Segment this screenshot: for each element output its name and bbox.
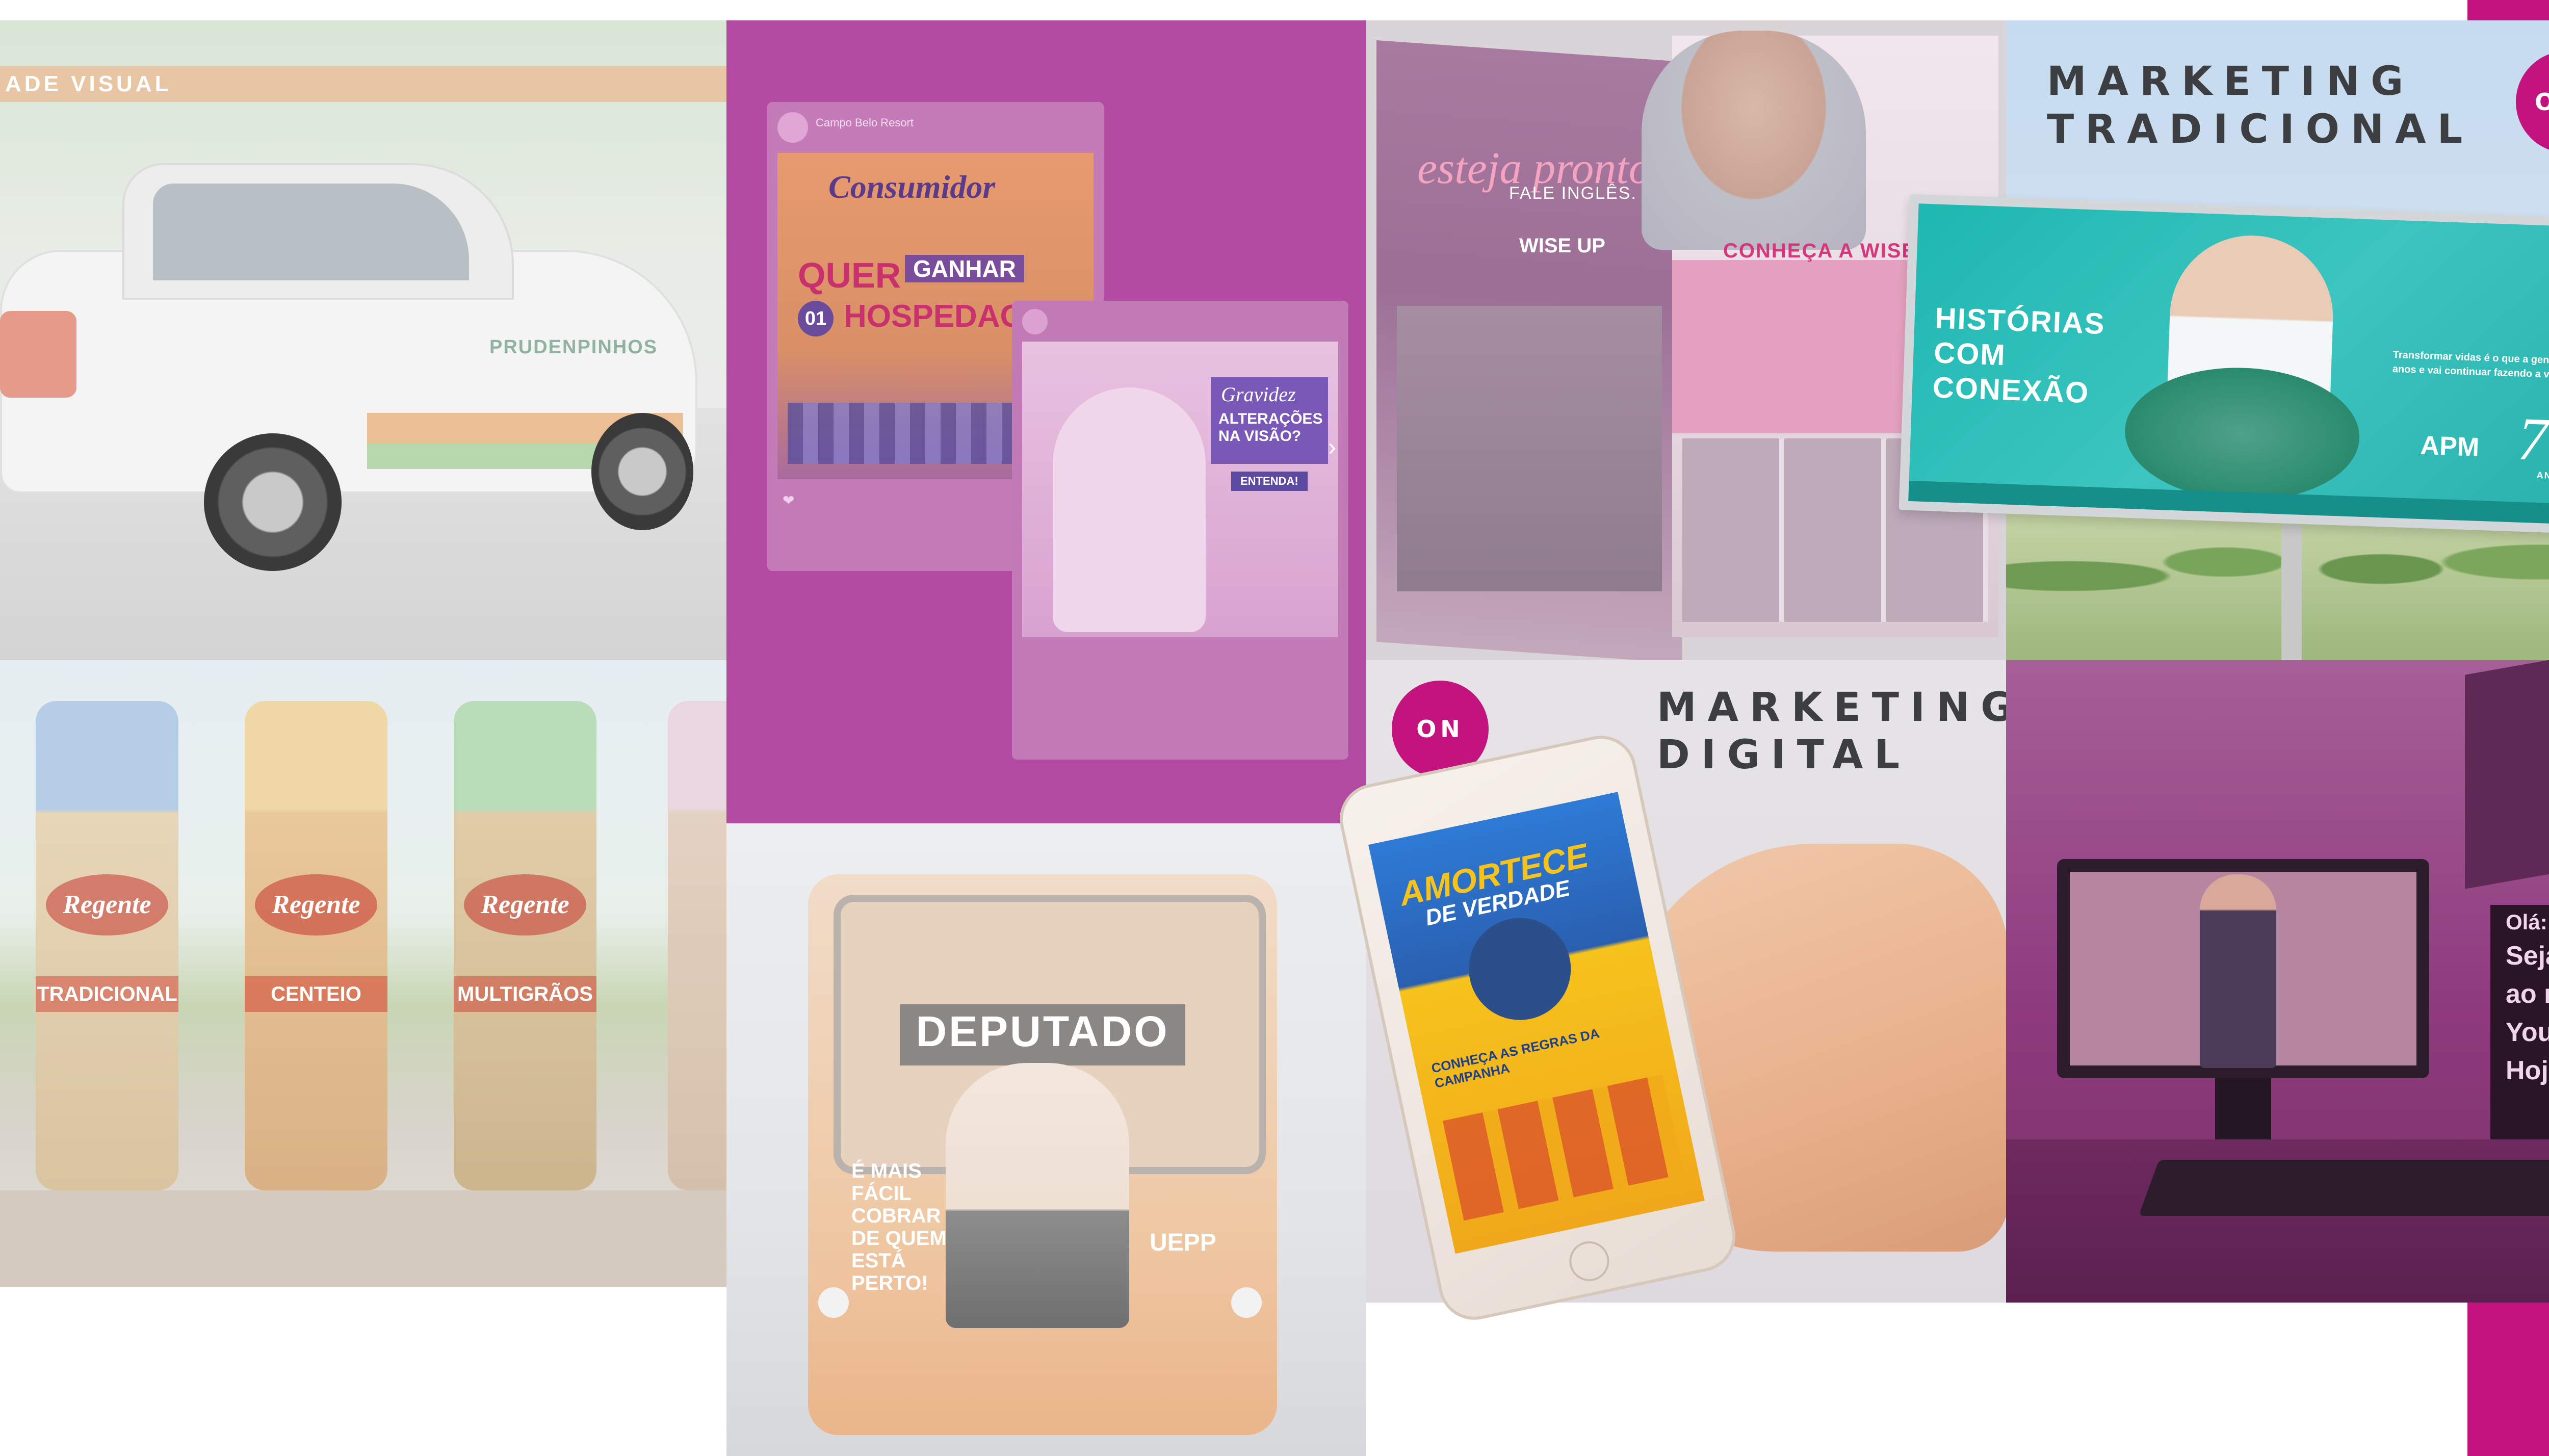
keyboard [2138, 1160, 2549, 1216]
bus-sign: DEPUTADO [916, 1007, 1169, 1055]
tile-packaging: Regente TRADICIONAL Regente CENTEIO Rege… [0, 660, 726, 1287]
billboard-pole [2281, 525, 2302, 660]
digital-title-line-1: MARKETING [1657, 685, 2006, 731]
off-badge: OFF [2516, 51, 2549, 153]
post-page-name: Campo Belo Resort [816, 116, 914, 129]
phone-screen: AMORTECE DE VERDADE CONHEÇA AS REGRAS DA… [1368, 792, 1705, 1254]
like-icon[interactable]: ❤ [783, 492, 794, 509]
bus-light-right [1231, 1287, 1262, 1318]
right-accent-bar [2467, 0, 2549, 20]
ad-title: Gravidez [1221, 383, 1296, 406]
billboard-tagline: Transformar vidas é o que a gente faz há… [2392, 349, 2549, 382]
ad-post-card: Gravidez ALTERAÇÕES NA VISÃO? ENTENDA! › [1012, 301, 1348, 760]
presenter-figure [2200, 874, 2276, 1068]
bread-bag-4-partial [668, 701, 726, 1190]
caption-text: ADE VISUAL [5, 71, 172, 96]
billboard-line-1: HISTÓRIAS [1934, 301, 2106, 341]
post-headline-2: QUER [798, 255, 901, 295]
magazine-headline-2: FALE INGLÊS. [1509, 184, 1637, 203]
teleprompter-line-1: Olá: [2506, 910, 2547, 934]
bus-light-left [818, 1287, 849, 1318]
home-button[interactable] [1566, 1237, 1613, 1285]
truck: PRUDENPINHOS [0, 148, 714, 571]
bus-party: UEPP [1150, 1229, 1216, 1256]
softbox-light [2465, 660, 2549, 889]
bread-bag-1-label: TRADICIONAL [36, 976, 178, 1012]
teleprompter: Olá: Seja bem ao meu Youtube Hoje fal [2490, 905, 2549, 1139]
monitor-stand [2215, 1078, 2271, 1139]
ad-text: ALTERAÇÕES NA VISÃO? [1218, 410, 1323, 445]
bus-slogan: É MAIS FÁCIL COBRAR DE QUEM ESTÁ PERTO! [851, 1160, 947, 1294]
bread-bag-2-label: CENTEIO [245, 976, 387, 1012]
traditional-title-line-1: MARKETING [2047, 59, 2415, 105]
bread-bag-1-logo: Regente [46, 874, 168, 935]
bread-bag-2-logo: Regente [255, 874, 377, 935]
phone-cta: CONHEÇA AS REGRAS DA CAMPANHA [1429, 1025, 1601, 1091]
magazine-building [1397, 306, 1662, 591]
bread-bag-3-logo: Regente [464, 874, 586, 935]
billboard-years-label: ANOS [2536, 470, 2549, 481]
ad-avatar [1022, 309, 1048, 334]
post-avatar [777, 112, 808, 143]
billboard-years: 70 [2516, 404, 2549, 475]
teleprompter-line-5: Hoje fal [2506, 1056, 2549, 1085]
billboard-screen: HISTÓRIAS COM CONEXÃO Transformar vidas … [1908, 203, 2549, 526]
next-arrow-icon[interactable]: › [1328, 433, 1336, 461]
bread-bag-3-label: MULTIGRÃOS [454, 976, 596, 1012]
billboard: HISTÓRIAS COM CONEXÃO Transformar vidas … [1898, 194, 2549, 535]
post-headline-3: GANHAR [905, 255, 1024, 282]
phone-body: AMORTECE DE VERDADE CONHEÇA AS REGRAS DA… [1333, 729, 1742, 1327]
magazine-brand: WISE UP [1519, 235, 1605, 257]
teleprompter-line-2: Seja bem [2506, 941, 2549, 971]
tile-social-media: Campo Belo Resort Consumidor QUER GANHAR… [726, 20, 1366, 823]
teleprompter-line-4: Youtube [2506, 1018, 2549, 1047]
phone-person [1459, 908, 1580, 1030]
woman-figure [1053, 387, 1206, 632]
man-portrait [1642, 31, 1866, 250]
billboard-brand: APM [2420, 430, 2480, 462]
table-surface [0, 1190, 726, 1287]
billboard-line-3: CONEXÃO [1932, 371, 2090, 410]
tile-video: Olá: Seja bem ao meu Youtube Hoje fal [2006, 660, 2549, 1303]
phone-products [1442, 1074, 1683, 1221]
fist-figure [946, 1063, 1129, 1328]
traditional-title-line-2: TRADICIONAL [2047, 107, 2474, 152]
tree-line [2006, 520, 2549, 660]
bread-bag-2: Regente CENTEIO [245, 701, 387, 1190]
tile-bus: DEPUTADO É MAIS FÁCIL COBRAR DE QUEM EST… [726, 823, 1366, 1456]
post-headline-4: 01 [798, 301, 834, 336]
right-accent-bar-bottom [2467, 1303, 2549, 1456]
truck-wheel-front [204, 433, 342, 571]
post-headline-1: Consumidor [828, 169, 996, 205]
bread-bag-3: Regente MULTIGRÃOS [454, 701, 596, 1190]
ad-button[interactable]: ENTENDA! [1231, 472, 1308, 491]
truck-wheel-rear [591, 413, 693, 530]
tile-visual-identity: ADE VISUAL PRUDENPINHOS [0, 20, 726, 660]
smartphone: AMORTECE DE VERDADE CONHEÇA AS REGRAS DA… [1333, 729, 1774, 1327]
billboard-line-2: COM [1933, 336, 2007, 372]
truck-brand: PRUDENPINHOS [489, 336, 658, 358]
bread-bag-1: Regente TRADICIONAL [36, 701, 178, 1190]
teleprompter-line-3: ao meu [2506, 979, 2549, 1009]
